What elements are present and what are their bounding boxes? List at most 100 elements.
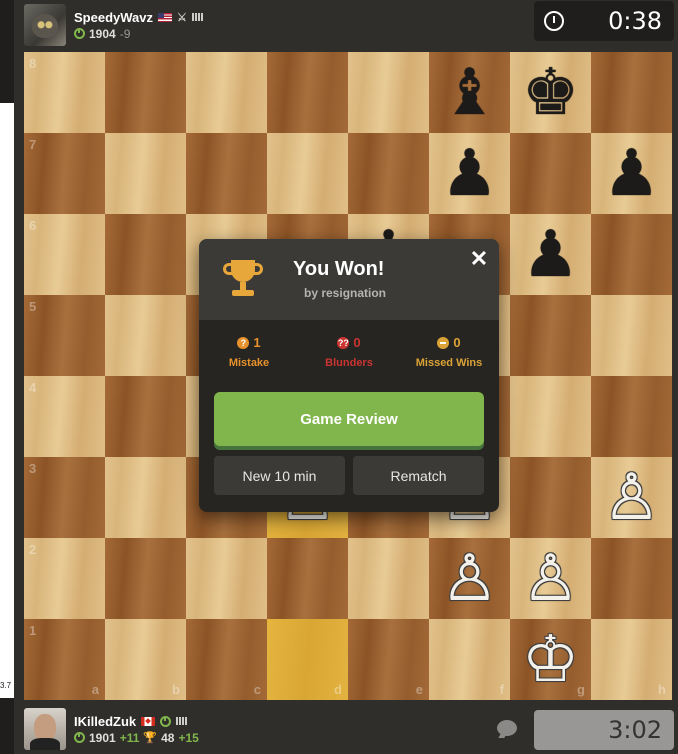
square-h1[interactable]: h	[591, 619, 672, 700]
opponent-clock: 0:38	[534, 1, 674, 41]
avatar[interactable]	[24, 4, 66, 46]
file-label: f	[499, 682, 504, 697]
player-info: SpeedyWavz ⚔ 1904 -9	[74, 10, 203, 41]
side-panel-edge: 3.7	[0, 0, 14, 754]
square-b8[interactable]	[105, 52, 186, 133]
white-pawn-icon[interactable]: ♙	[591, 457, 672, 538]
square-h2[interactable]	[591, 538, 672, 619]
square-g6[interactable]: ♟	[510, 214, 591, 295]
player-clock: 3:02	[534, 710, 674, 750]
square-c2[interactable]	[186, 538, 267, 619]
square-h5[interactable]	[591, 295, 672, 376]
black-pawn-icon[interactable]: ♟	[429, 133, 510, 214]
rapid-clock-icon	[160, 715, 172, 727]
square-b5[interactable]	[105, 295, 186, 376]
square-h3[interactable]: ♙	[591, 457, 672, 538]
modal-header: You Won! by resignation ✕	[199, 239, 499, 320]
square-g3[interactable]	[510, 457, 591, 538]
square-a2[interactable]: 2	[24, 538, 105, 619]
square-e1[interactable]: e	[348, 619, 429, 700]
game-review-button[interactable]: Game Review	[214, 392, 484, 446]
square-b1[interactable]: b	[105, 619, 186, 700]
trophy-change: +15	[178, 730, 199, 745]
player-info: IKilledZuk 1901 +11 🏆 48 +15	[74, 714, 199, 745]
square-a4[interactable]: 4	[24, 376, 105, 457]
trophy-icon	[221, 260, 265, 300]
file-label: a	[91, 682, 99, 697]
file-label: h	[658, 682, 666, 697]
square-a8[interactable]: 8	[24, 52, 105, 133]
square-f1[interactable]: f	[429, 619, 510, 700]
square-c8[interactable]	[186, 52, 267, 133]
square-d8[interactable]	[267, 52, 348, 133]
square-f2[interactable]: ♙	[429, 538, 510, 619]
player-name[interactable]: SpeedyWavz	[74, 10, 153, 25]
file-label: b	[172, 682, 180, 697]
square-b3[interactable]	[105, 457, 186, 538]
square-c7[interactable]	[186, 133, 267, 214]
white-pawn-icon[interactable]: ♙	[429, 538, 510, 619]
close-icon[interactable]: ✕	[469, 248, 489, 270]
square-g7[interactable]	[510, 133, 591, 214]
square-d1[interactable]: d	[267, 619, 348, 700]
trophy-icon: 🏆	[143, 732, 158, 744]
move-stats: ? 1 Mistake ?? 0 Blunders 0 Missed Wins	[199, 335, 499, 369]
rank-label: 6	[29, 218, 37, 233]
square-a3[interactable]: 3	[24, 457, 105, 538]
square-b4[interactable]	[105, 376, 186, 457]
square-e8[interactable]	[348, 52, 429, 133]
missed-wins-stat[interactable]: 0 Missed Wins	[399, 335, 499, 369]
square-a6[interactable]: 6	[24, 214, 105, 295]
trophy-rating: 48	[161, 730, 175, 745]
player-name[interactable]: IKilledZuk	[74, 714, 136, 729]
blunder-count: 0	[353, 335, 361, 350]
black-king-icon[interactable]: ♚	[510, 52, 591, 133]
square-d7[interactable]	[267, 133, 348, 214]
square-e2[interactable]	[348, 538, 429, 619]
avatar[interactable]	[24, 708, 66, 750]
rating-change: -9	[119, 26, 131, 41]
square-a5[interactable]: 5	[24, 295, 105, 376]
square-f7[interactable]: ♟	[429, 133, 510, 214]
black-pawn-icon[interactable]: ♟	[591, 133, 672, 214]
chat-icon[interactable]	[497, 720, 517, 736]
new-game-button[interactable]: New 10 min	[214, 456, 345, 495]
square-e7[interactable]	[348, 133, 429, 214]
square-b6[interactable]	[105, 214, 186, 295]
rank-label: 3	[29, 461, 37, 476]
rank-label: 4	[29, 380, 37, 395]
white-king-icon[interactable]: ♔	[510, 619, 591, 700]
square-b7[interactable]	[105, 133, 186, 214]
square-g1[interactable]: g ♔	[510, 619, 591, 700]
mistake-stat[interactable]: ? 1 Mistake	[199, 335, 299, 369]
blunder-stat[interactable]: ?? 0 Blunders	[299, 335, 399, 369]
square-g8[interactable]: ♚	[510, 52, 591, 133]
square-g4[interactable]	[510, 376, 591, 457]
rank-label: 2	[29, 542, 37, 557]
square-f8[interactable]: ♝	[429, 52, 510, 133]
square-h4[interactable]	[591, 376, 672, 457]
white-pawn-icon[interactable]: ♙	[510, 538, 591, 619]
rank-label: 1	[29, 623, 37, 638]
rapid-clock-icon	[74, 28, 85, 39]
rematch-button[interactable]: Rematch	[353, 456, 484, 495]
mistake-count: 1	[253, 335, 261, 350]
timer-icon	[544, 11, 564, 31]
square-g2[interactable]: ♙	[510, 538, 591, 619]
result-title: You Won!	[293, 258, 385, 280]
side-panel-number: 3.7	[0, 681, 12, 690]
square-a1[interactable]: 1a	[24, 619, 105, 700]
square-h7[interactable]: ♟	[591, 133, 672, 214]
square-b2[interactable]	[105, 538, 186, 619]
square-a7[interactable]: 7	[24, 133, 105, 214]
blunder-label: Blunders	[325, 357, 373, 369]
square-d2[interactable]	[267, 538, 348, 619]
black-pawn-icon[interactable]: ♟	[510, 214, 591, 295]
game-over-modal: You Won! by resignation ✕ ? 1 Mistake ??…	[199, 239, 499, 512]
black-bishop-icon[interactable]: ♝	[429, 52, 510, 133]
rating-change: +11	[119, 730, 140, 745]
square-h8[interactable]	[591, 52, 672, 133]
square-c1[interactable]: c	[186, 619, 267, 700]
square-h6[interactable]	[591, 214, 672, 295]
square-g5[interactable]	[510, 295, 591, 376]
